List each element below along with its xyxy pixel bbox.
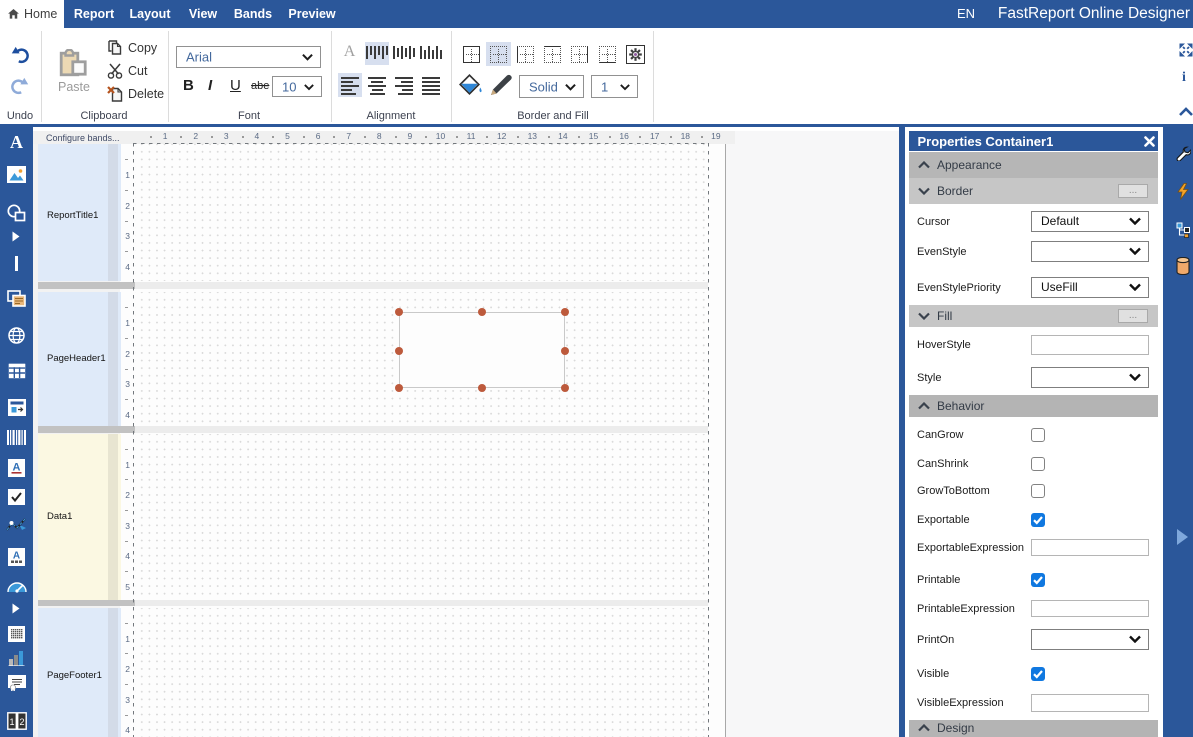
svg-text:A: A <box>13 551 20 562</box>
svg-text:1: 1 <box>9 717 14 727</box>
svg-text:2: 2 <box>19 717 24 727</box>
svg-text:A: A <box>13 462 21 474</box>
